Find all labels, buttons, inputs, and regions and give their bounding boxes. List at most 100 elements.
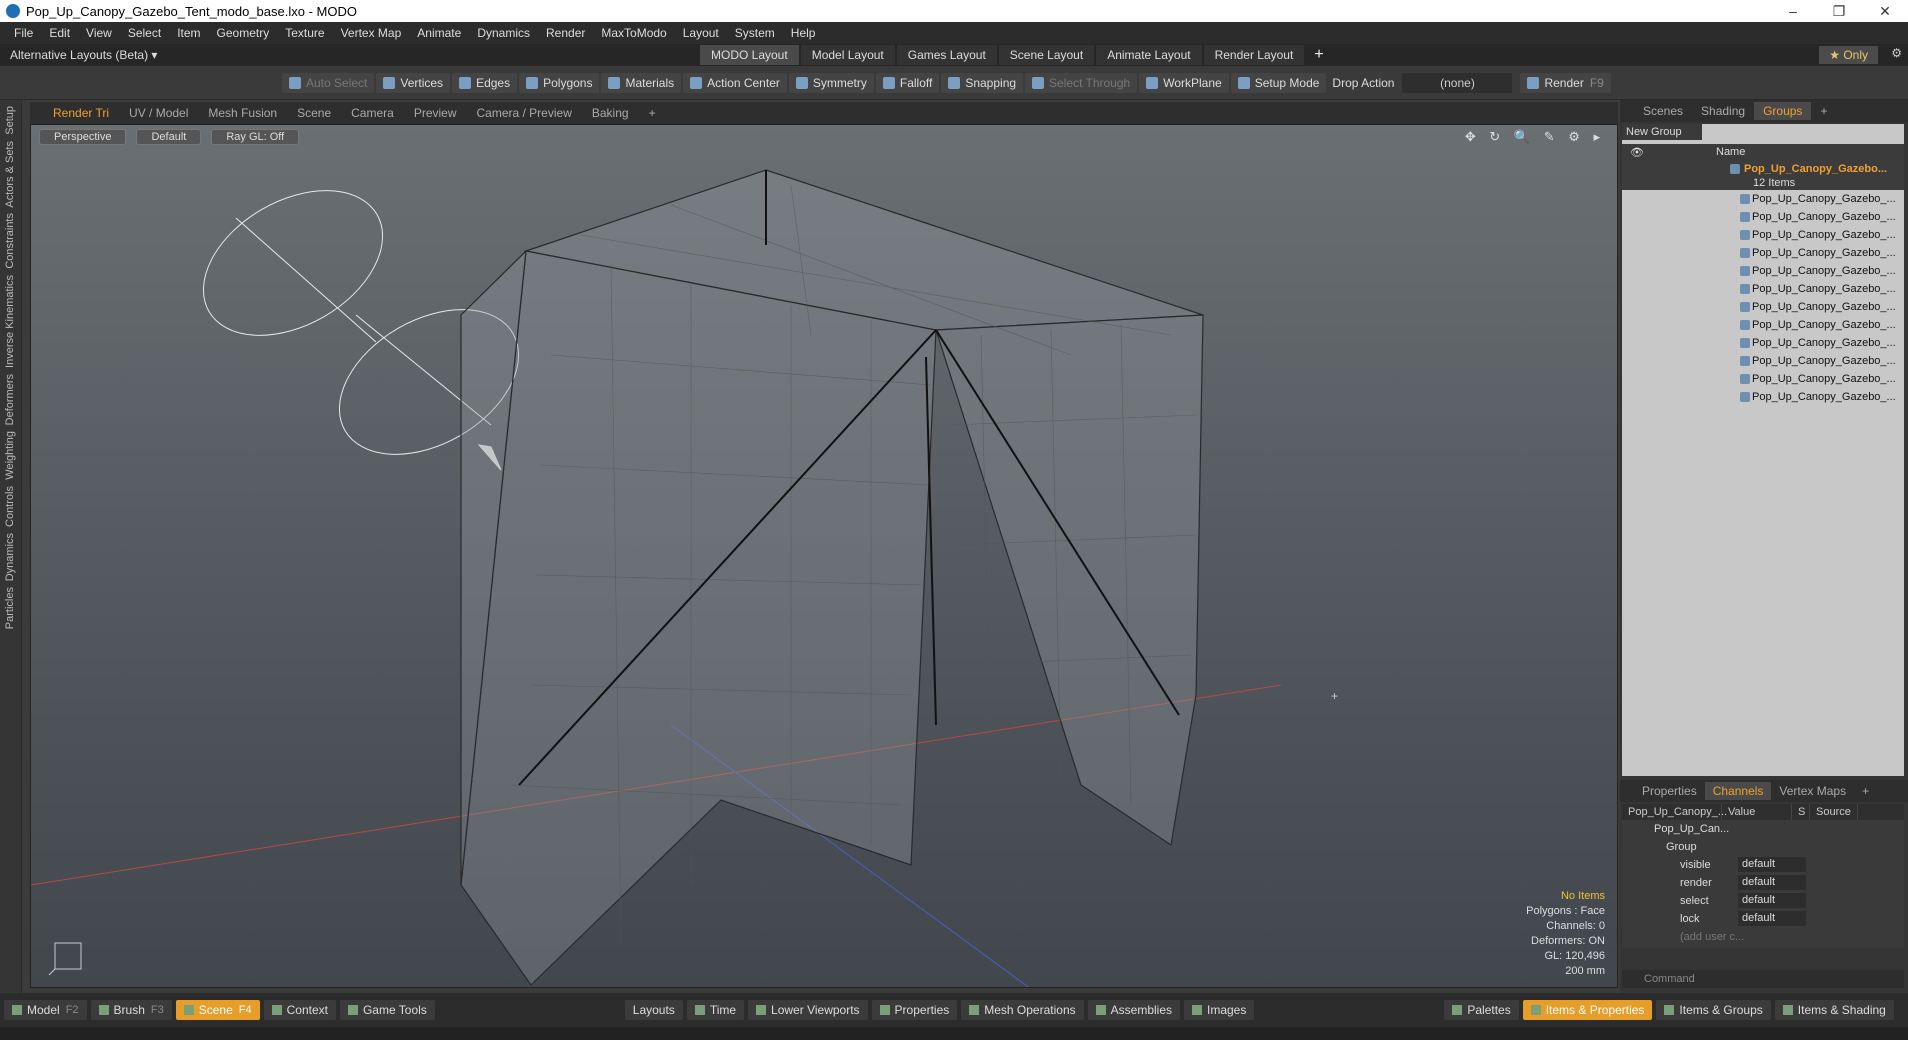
menu-render[interactable]: Render — [538, 26, 593, 40]
tab-setup[interactable]: Setup — [4, 106, 18, 135]
viewport-nav-icons[interactable]: ✥ ↻ 🔍 ✎ ⚙ ▸ — [1465, 129, 1605, 145]
list-item[interactable]: Pop_Up_Canopy_Gazebo_... — [1622, 352, 1904, 370]
tab-vertex-maps[interactable]: Vertex Maps — [1771, 782, 1854, 800]
minimize-button[interactable]: – — [1770, 3, 1816, 19]
menu-help[interactable]: Help — [783, 26, 824, 40]
tab-scenes[interactable]: Scenes — [1634, 102, 1692, 120]
list-item[interactable]: Pop_Up_Canopy_Gazebo_... — [1622, 190, 1904, 208]
select-select[interactable]: default — [1738, 893, 1806, 908]
new-group-button[interactable]: New Group — [1622, 124, 1702, 140]
menu-select[interactable]: Select — [120, 26, 169, 40]
materials-button[interactable]: Materials — [601, 72, 682, 93]
palettes-button[interactable]: Palettes — [1444, 1000, 1519, 1020]
properties-button[interactable]: Properties — [871, 1000, 958, 1020]
render-select[interactable]: default — [1738, 875, 1806, 890]
items-groups-button[interactable]: Items & Groups — [1656, 1000, 1771, 1020]
add-viewport-tab-button[interactable]: + — [640, 104, 665, 122]
tab-weighting[interactable]: Weighting — [4, 431, 18, 480]
edges-button[interactable]: Edges — [452, 72, 518, 93]
tab-particles[interactable]: Particles — [4, 587, 18, 629]
channel-item-row[interactable]: Pop_Up_Can... — [1622, 820, 1904, 838]
alt-layouts-dropdown[interactable]: Alternative Layouts (Beta) ▾ — [10, 48, 700, 62]
menu-system[interactable]: System — [727, 26, 783, 40]
tab-uv-model[interactable]: UV / Model — [120, 104, 197, 122]
menu-animate[interactable]: Animate — [409, 26, 469, 40]
add-right-tab-button[interactable]: + — [1811, 102, 1836, 120]
list-item[interactable]: Pop_Up_Canopy_Gazebo_... — [1622, 208, 1904, 226]
select-through-button[interactable]: Select Through — [1025, 72, 1138, 93]
menu-file[interactable]: File — [6, 26, 41, 40]
render-button[interactable]: Render F9 — [1520, 72, 1611, 93]
scene-button[interactable]: Scene F4 — [175, 1000, 260, 1020]
setup-mode-button[interactable]: Setup Mode — [1230, 72, 1327, 93]
menu-vertex-map[interactable]: Vertex Map — [333, 26, 410, 40]
list-item[interactable]: Pop_Up_Canopy_Gazebo_... — [1622, 388, 1904, 406]
menu-maxtomodo[interactable]: MaxToModo — [593, 26, 674, 40]
mesh-operations-button[interactable]: Mesh Operations — [961, 1000, 1084, 1020]
channel-render-row[interactable]: render default — [1622, 874, 1904, 892]
tab-constraints[interactable]: Constraints — [4, 213, 18, 269]
tab-channels[interactable]: Channels — [1704, 782, 1772, 800]
add-user-channel-row[interactable]: (add user c... — [1622, 928, 1904, 946]
tab-games-layout[interactable]: Games Layout — [896, 45, 997, 65]
channel-select-row[interactable]: select default — [1622, 892, 1904, 910]
command-input[interactable]: Command — [1622, 970, 1904, 988]
tab-dynamics[interactable]: Dynamics — [4, 533, 18, 581]
lower-viewports-button[interactable]: Lower Viewports — [748, 1000, 868, 1020]
items-properties-button[interactable]: Items & Properties — [1522, 1000, 1653, 1020]
add-channel-tab-button[interactable]: + — [1854, 782, 1877, 800]
raygl-toggle[interactable]: Ray GL: Off — [211, 129, 300, 145]
shading-dropdown[interactable]: Default — [136, 129, 202, 145]
tab-animate-layout[interactable]: Animate Layout — [1096, 45, 1202, 65]
scene-canvas[interactable]: + — [31, 125, 1618, 988]
tab-inverse-kinematics[interactable]: Inverse Kinematics — [4, 275, 18, 368]
tab-modo-layout[interactable]: MODO Layout — [700, 45, 799, 65]
list-item[interactable]: Pop_Up_Canopy_Gazebo_... — [1622, 334, 1904, 352]
tab-scene[interactable]: Scene — [288, 104, 340, 122]
time-button[interactable]: Time — [686, 1000, 745, 1020]
action-center-button[interactable]: Action Center — [683, 72, 787, 93]
channel-lock-row[interactable]: lock default — [1622, 910, 1904, 928]
vertices-button[interactable]: Vertices — [376, 72, 451, 93]
list-item[interactable]: Pop_Up_Canopy_Gazebo_... — [1622, 370, 1904, 388]
3d-viewport[interactable]: + Perspective Default Ray GL: Off ✥ ↻ 🔍 … — [30, 124, 1618, 988]
visible-select[interactable]: default — [1738, 857, 1806, 872]
menu-item[interactable]: Item — [169, 26, 208, 40]
menu-geometry[interactable]: Geometry — [209, 26, 278, 40]
assemblies-button[interactable]: Assemblies — [1087, 1000, 1180, 1020]
add-layout-button[interactable]: + — [1314, 46, 1323, 64]
tab-scene-layout[interactable]: Scene Layout — [998, 45, 1095, 65]
tab-baking[interactable]: Baking — [583, 104, 638, 122]
list-item[interactable]: Pop_Up_Canopy_Gazebo_... — [1622, 262, 1904, 280]
list-item[interactable]: Pop_Up_Canopy_Gazebo_... — [1622, 244, 1904, 262]
close-button[interactable]: ✕ — [1862, 3, 1908, 20]
channel-visible-row[interactable]: visible default — [1622, 856, 1904, 874]
only-button[interactable]: ★ Only — [1819, 46, 1878, 64]
tab-camera-preview[interactable]: Camera / Preview — [468, 104, 581, 122]
falloff-button[interactable]: Falloff — [875, 72, 940, 93]
tab-controls[interactable]: Controls — [4, 486, 18, 527]
items-shading-button[interactable]: Items & Shading — [1774, 1000, 1894, 1020]
tab-deformers[interactable]: Deformers — [4, 374, 18, 425]
auto-select-button[interactable]: Auto Select — [282, 72, 375, 93]
tab-camera[interactable]: Camera — [342, 104, 403, 122]
list-item[interactable]: Pop_Up_Canopy_Gazebo_... — [1622, 316, 1904, 334]
images-button[interactable]: Images — [1184, 1000, 1255, 1020]
menu-layout[interactable]: Layout — [675, 26, 727, 40]
restore-button[interactable]: ❐ — [1816, 3, 1862, 20]
drop-action-select[interactable]: (none) — [1402, 72, 1513, 93]
menu-view[interactable]: View — [78, 26, 120, 40]
list-item[interactable]: Pop_Up_Canopy_Gazebo_... — [1622, 298, 1904, 316]
tab-actors-sets[interactable]: Actors & Sets — [4, 141, 18, 208]
lock-select[interactable]: default — [1738, 911, 1806, 926]
perspective-dropdown[interactable]: Perspective — [39, 129, 127, 145]
list-item[interactable]: Pop_Up_Canopy_Gazebo_... — [1622, 280, 1904, 298]
tab-shading[interactable]: Shading — [1692, 102, 1754, 120]
snapping-button[interactable]: Snapping — [941, 72, 1024, 93]
layouts-button[interactable]: Layouts — [624, 1000, 683, 1020]
tab-preview[interactable]: Preview — [405, 104, 466, 122]
context-button[interactable]: Context — [263, 1000, 336, 1020]
tab-properties[interactable]: Properties — [1634, 782, 1705, 800]
gear-icon[interactable]: ⚙ — [1891, 46, 1902, 60]
tab-mesh-fusion[interactable]: Mesh Fusion — [199, 104, 286, 122]
